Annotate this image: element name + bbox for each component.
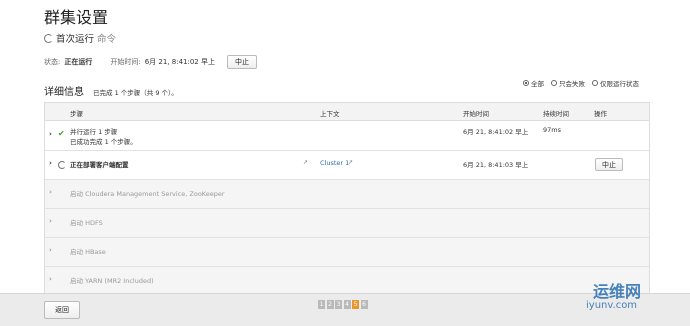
step-name: 启动 Cloudera Management Service, ZooKeepe…: [70, 190, 225, 198]
col-duration: 持续时间: [543, 110, 569, 118]
step-filter-group: 全部 只会失败 仅限运行状态: [523, 78, 639, 88]
table-row: › 启动 Cloudera Management Service, ZooKee…: [45, 180, 649, 209]
step-detail: 已成功完成 1 个步骤。: [70, 138, 137, 146]
radio-selected-icon[interactable]: [523, 80, 529, 86]
command-title: 首次运行 命令: [44, 31, 116, 45]
step-name: 正在部署客户端配置: [70, 161, 129, 169]
watermark-url: iyunv.com: [586, 300, 638, 311]
abort-step-button[interactable]: 中止: [595, 158, 623, 171]
watermark-logo: 运维网: [593, 282, 642, 301]
expand-chevron-icon[interactable]: ›: [49, 217, 52, 225]
expand-chevron-icon[interactable]: ›: [49, 130, 52, 138]
table-row: › 启动 HBase: [45, 238, 649, 267]
details-heading: 详细信息: [44, 87, 84, 98]
success-check-icon: ✔: [58, 129, 65, 138]
command-label: 首次运行: [56, 34, 95, 45]
step-name: 启动 HBase: [70, 248, 106, 256]
filter-failed-only[interactable]: 只会失败: [551, 78, 585, 88]
radio-icon[interactable]: [592, 80, 598, 86]
context-link[interactable]: Cluster 1: [320, 159, 349, 167]
table-row: › 启动 HDFS: [45, 209, 649, 238]
running-spinner-icon: [44, 33, 53, 43]
pagination: 1 2 3 4 5 6: [318, 300, 368, 309]
page-button[interactable]: 2: [326, 300, 334, 309]
page-title: 群集设置: [44, 8, 109, 27]
details-summary: 已完成 1 个步骤（共 9 个）。: [93, 89, 178, 97]
step-duration: 97ms: [543, 126, 561, 134]
external-link-icon[interactable]: ↗: [348, 159, 353, 166]
steps-table: 步骤 上下文 开始时间 持续时间 操作 › ✔ 并行运行 1 步骤 已成功完成 …: [44, 102, 650, 296]
abort-command-button[interactable]: 中止: [227, 55, 257, 69]
status-value: 正在运行: [64, 58, 93, 66]
step-start-time: 6月 21, 8:41:02 早上: [463, 128, 529, 136]
filter-running-only[interactable]: 仅限运行状态: [592, 78, 639, 88]
radio-icon[interactable]: [551, 80, 557, 86]
status-label: 状态:: [44, 58, 61, 66]
table-row: › ✔ 并行运行 1 步骤 已成功完成 1 个步骤。 6月 21, 8:41:0…: [45, 121, 649, 151]
expand-chevron-icon[interactable]: ›: [49, 275, 52, 283]
col-start-time: 开始时间: [463, 110, 489, 118]
step-name: 启动 HDFS: [70, 219, 103, 227]
step-start-time: 6月 21, 8:41:03 早上: [463, 161, 529, 169]
page-button[interactable]: 6: [360, 300, 368, 309]
details-heading-row: 详细信息 已完成 1 个步骤（共 9 个）。: [44, 83, 178, 98]
expand-chevron-icon[interactable]: ›: [49, 188, 52, 196]
col-actions: 操作: [594, 110, 607, 118]
external-link-icon[interactable]: ↗: [303, 159, 308, 166]
filter-all[interactable]: 全部: [523, 78, 544, 88]
page-button[interactable]: 4: [343, 300, 351, 309]
back-button[interactable]: 返回: [44, 301, 80, 319]
page-button-current[interactable]: 5: [352, 300, 359, 309]
col-context: 上下文: [320, 110, 340, 118]
start-time-label: 开始时间:: [110, 58, 141, 66]
page-button[interactable]: 1: [318, 300, 325, 309]
table-row: › 启动 YARN (MR2 Included): [45, 267, 649, 295]
command-suffix: 命令: [97, 34, 117, 45]
expand-chevron-icon[interactable]: ›: [49, 246, 52, 254]
start-time-value: 6月 21, 8:41:02 早上: [144, 58, 215, 66]
expand-chevron-icon[interactable]: ›: [49, 159, 52, 167]
table-header: 步骤 上下文 开始时间 持续时间 操作: [45, 103, 649, 121]
step-name: 并行运行 1 步骤: [70, 128, 118, 136]
status-row: 状态: 正在运行 开始时间: 6月 21, 8:41:02 早上: [44, 57, 215, 67]
table-row: › 正在部署客户端配置 ↗ Cluster 1 ↗ 6月 21, 8:41:03…: [45, 151, 649, 180]
running-spinner-icon: [58, 161, 66, 169]
page-button[interactable]: 3: [335, 300, 342, 309]
step-name: 启动 YARN (MR2 Included): [70, 277, 154, 285]
col-step: 步骤: [70, 110, 83, 118]
